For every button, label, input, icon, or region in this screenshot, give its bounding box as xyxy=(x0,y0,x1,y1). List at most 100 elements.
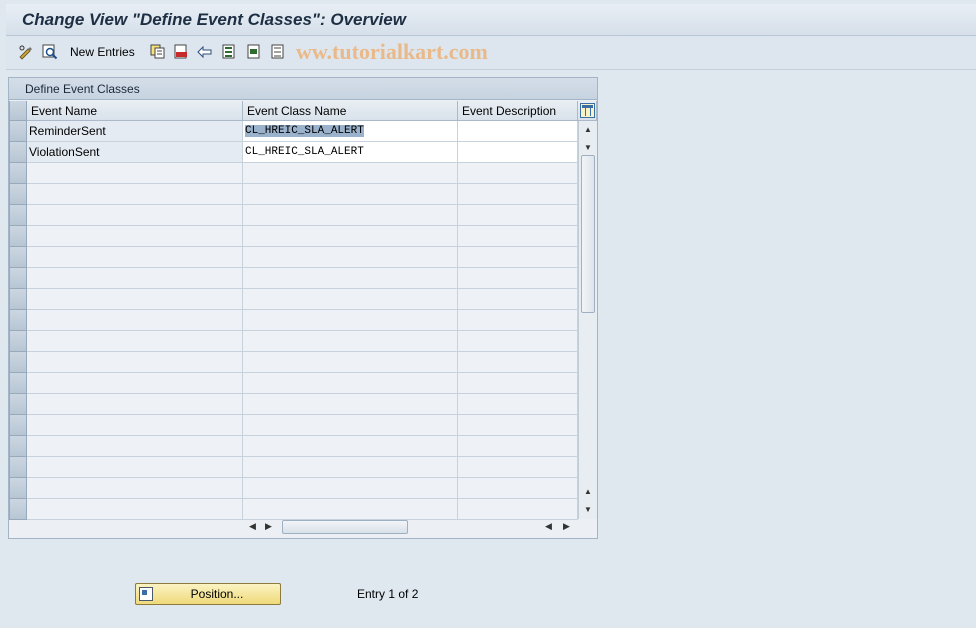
event-description-input[interactable] xyxy=(458,142,578,163)
page-left-icon[interactable]: ◀ xyxy=(545,521,552,532)
empty-cell[interactable] xyxy=(243,436,458,457)
page-up-icon[interactable]: ▼ xyxy=(583,143,593,153)
row-selector[interactable] xyxy=(9,394,27,415)
delete-icon[interactable] xyxy=(173,44,189,60)
empty-cell[interactable] xyxy=(243,394,458,415)
scroll-left-icon[interactable]: ◀ xyxy=(249,521,256,532)
row-selector[interactable] xyxy=(9,226,27,247)
empty-cell[interactable] xyxy=(458,352,578,373)
row-selector[interactable] xyxy=(9,121,27,142)
empty-cell[interactable] xyxy=(243,184,458,205)
empty-cell[interactable] xyxy=(243,352,458,373)
empty-cell[interactable] xyxy=(243,289,458,310)
row-selector[interactable] xyxy=(9,436,27,457)
row-selector[interactable] xyxy=(9,184,27,205)
event-class-name-input[interactable]: CL_HREIC_SLA_ALERT xyxy=(243,142,458,163)
empty-cell[interactable] xyxy=(27,226,243,247)
empty-cell[interactable] xyxy=(27,457,243,478)
row-selector[interactable] xyxy=(9,163,27,184)
row-selector[interactable] xyxy=(9,499,27,520)
scroll-right-icon[interactable]: ▶ xyxy=(265,521,272,532)
empty-cell[interactable] xyxy=(27,310,243,331)
empty-cell[interactable] xyxy=(27,436,243,457)
empty-cell[interactable] xyxy=(458,268,578,289)
empty-cell[interactable] xyxy=(27,268,243,289)
empty-cell[interactable] xyxy=(27,352,243,373)
empty-cell[interactable] xyxy=(243,310,458,331)
horizontal-scroll-thumb[interactable] xyxy=(282,520,408,534)
empty-cell[interactable] xyxy=(458,457,578,478)
page-right-icon[interactable]: ▶ xyxy=(563,521,570,532)
event-description-input[interactable] xyxy=(458,121,578,142)
event-class-name-input[interactable]: CL_HREIC_SLA_ALERT xyxy=(243,121,458,142)
empty-cell[interactable] xyxy=(27,184,243,205)
row-selector[interactable] xyxy=(9,415,27,436)
display-change-icon[interactable] xyxy=(18,44,34,60)
select-all-icon[interactable] xyxy=(221,44,237,60)
column-header-event-name[interactable]: Event Name xyxy=(27,101,243,121)
row-selector[interactable] xyxy=(9,373,27,394)
empty-cell[interactable] xyxy=(27,289,243,310)
empty-cell[interactable] xyxy=(458,331,578,352)
empty-cell[interactable] xyxy=(243,205,458,226)
empty-cell[interactable] xyxy=(458,436,578,457)
row-selector[interactable] xyxy=(9,205,27,226)
empty-cell[interactable] xyxy=(27,499,243,520)
scroll-up-icon[interactable]: ▲ xyxy=(583,125,593,135)
empty-cell[interactable] xyxy=(458,373,578,394)
empty-cell[interactable] xyxy=(243,163,458,184)
empty-cell[interactable] xyxy=(27,394,243,415)
empty-cell[interactable] xyxy=(458,205,578,226)
empty-cell[interactable] xyxy=(27,247,243,268)
column-header-event-description[interactable]: Event Description xyxy=(458,101,578,121)
row-selector[interactable] xyxy=(9,289,27,310)
empty-cell[interactable] xyxy=(243,331,458,352)
empty-cell[interactable] xyxy=(458,289,578,310)
empty-cell[interactable] xyxy=(27,163,243,184)
deselect-all-icon[interactable] xyxy=(270,44,286,60)
empty-cell[interactable] xyxy=(27,373,243,394)
empty-cell[interactable] xyxy=(243,499,458,520)
empty-cell[interactable] xyxy=(243,457,458,478)
table-settings-icon[interactable] xyxy=(580,103,595,118)
vertical-scroll-thumb[interactable] xyxy=(581,155,595,313)
empty-cell[interactable] xyxy=(243,478,458,499)
empty-cell[interactable] xyxy=(27,331,243,352)
row-selector[interactable] xyxy=(9,457,27,478)
empty-cell[interactable] xyxy=(458,163,578,184)
vertical-scrollbar[interactable]: ▲ ▼ ▲ ▼ xyxy=(578,121,597,519)
empty-cell[interactable] xyxy=(27,205,243,226)
row-selector[interactable] xyxy=(9,142,27,163)
row-selector[interactable] xyxy=(9,331,27,352)
undo-icon[interactable] xyxy=(197,44,213,60)
row-selector[interactable] xyxy=(9,310,27,331)
select-all-rows-button[interactable] xyxy=(9,101,27,121)
horizontal-scrollbar[interactable]: ◀ ▶ ◀ ▶ xyxy=(245,518,575,536)
empty-cell[interactable] xyxy=(458,415,578,436)
page-down-icon[interactable]: ▲ xyxy=(583,487,593,497)
empty-cell[interactable] xyxy=(243,247,458,268)
empty-cell[interactable] xyxy=(458,226,578,247)
scroll-down-icon[interactable]: ▼ xyxy=(583,505,593,515)
empty-cell[interactable] xyxy=(243,268,458,289)
new-entries-button[interactable]: New Entries xyxy=(70,45,135,59)
row-selector[interactable] xyxy=(9,478,27,499)
empty-cell[interactable] xyxy=(458,310,578,331)
row-selector[interactable] xyxy=(9,268,27,289)
select-block-icon[interactable] xyxy=(246,44,262,60)
empty-cell[interactable] xyxy=(458,478,578,499)
empty-cell[interactable] xyxy=(27,415,243,436)
empty-cell[interactable] xyxy=(458,247,578,268)
empty-cell[interactable] xyxy=(458,184,578,205)
empty-cell[interactable] xyxy=(243,415,458,436)
search-icon[interactable] xyxy=(42,44,58,60)
row-selector[interactable] xyxy=(9,352,27,373)
row-selector[interactable] xyxy=(9,247,27,268)
copy-icon[interactable] xyxy=(150,44,166,60)
empty-cell[interactable] xyxy=(243,226,458,247)
position-button[interactable]: Position... xyxy=(135,583,281,605)
empty-cell[interactable] xyxy=(27,478,243,499)
empty-cell[interactable] xyxy=(243,373,458,394)
empty-cell[interactable] xyxy=(458,394,578,415)
column-header-event-class-name[interactable]: Event Class Name xyxy=(243,101,458,121)
